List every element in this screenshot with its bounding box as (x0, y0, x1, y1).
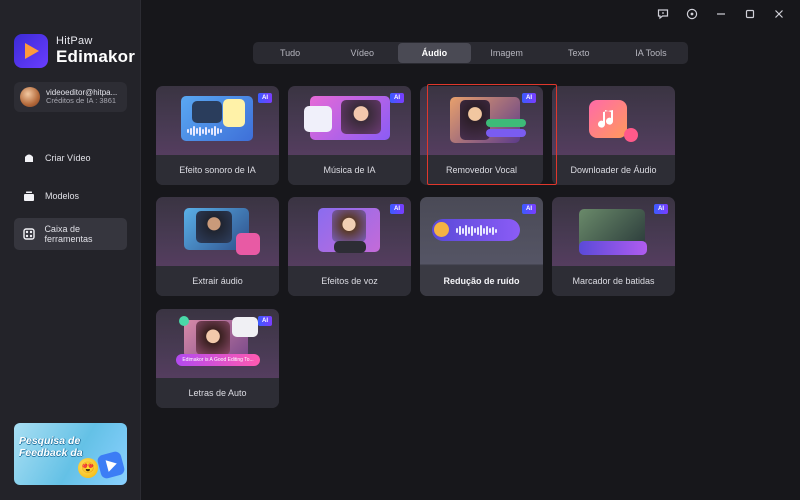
tool-card-auto-lyrics[interactable]: Edimakor is A Good Editing To... AI Letr… (156, 309, 279, 408)
document-thumbnail (304, 106, 332, 132)
singer-photo (332, 210, 366, 242)
avatar (20, 87, 40, 107)
toolbox-icon (22, 227, 35, 241)
maximize-icon[interactable] (737, 6, 763, 22)
beat-waveform-icon (579, 241, 647, 255)
noise-icon (434, 222, 449, 237)
sidebar-item-label: Modelos (45, 191, 80, 201)
avatar-group (334, 241, 366, 253)
tool-card-label: Downloader de Áudio (552, 155, 675, 185)
app-logo: HitPaw Edimakor (14, 34, 135, 68)
tool-card-voice-effects[interactable]: AI Efeitos de voz (288, 197, 411, 296)
tool-card-label: Música de IA (288, 155, 411, 185)
edimakor-logo-icon (14, 34, 48, 68)
tab-audio[interactable]: Áudio (398, 43, 471, 63)
play-arrow-icon (96, 450, 126, 480)
tool-card-label: Efeitos de voz (288, 266, 411, 296)
tool-card-noise-reduction[interactable]: AI Redução de ruído (420, 197, 543, 296)
minimize-icon[interactable] (708, 6, 734, 22)
tool-card-label: Marcador de batidas (552, 266, 675, 296)
category-tabs: Tudo Vídeo Áudio Imagem Texto IA Tools (253, 42, 688, 64)
feedback-survey-banner[interactable]: Pesquisa de Feedback da 😍 (14, 423, 127, 485)
tab-text[interactable]: Texto (543, 43, 615, 63)
tool-card-label: Extrair áudio (156, 266, 279, 296)
ai-badge: AI (258, 93, 272, 103)
tool-card-extract-audio[interactable]: Extrair áudio (156, 197, 279, 296)
lyric-caption: Edimakor is A Good Editing To... (176, 354, 260, 366)
feedback-icon[interactable] (650, 6, 676, 22)
feedback-text: Pesquisa de Feedback da (19, 435, 83, 459)
tool-card-beat-marker[interactable]: AI Marcador de batidas (552, 197, 675, 296)
sidebar-item-templates[interactable]: Modelos (14, 180, 127, 212)
heart-eyes-emoji-icon: 😍 (78, 458, 98, 478)
ai-badge: AI (258, 316, 272, 326)
tab-all[interactable]: Tudo (254, 43, 326, 63)
tab-image[interactable]: Imagem (471, 43, 543, 63)
audio-wave-icon (236, 233, 260, 255)
sidebar-item-toolbox[interactable]: Caixa de ferramentas (14, 218, 127, 250)
tool-card-ai-music[interactable]: AI Música de IA (288, 86, 411, 185)
tool-card-label: Letras de Auto (156, 378, 279, 408)
ai-badge: AI (390, 204, 404, 214)
tool-card-label: Efeito sonoro de IA (156, 155, 279, 185)
singer-photo (341, 100, 381, 134)
templates-icon (22, 189, 36, 203)
settings-icon[interactable] (679, 6, 705, 22)
download-icon (624, 128, 638, 142)
account-panel[interactable]: videoeditor@hitpa... Créditos de IA : 38… (14, 82, 127, 112)
sidebar-item-label: Caixa de ferramentas (44, 224, 93, 244)
tab-video[interactable]: Vídeo (326, 43, 398, 63)
tab-ia-tools[interactable]: IA Tools (615, 43, 687, 63)
tool-card-label: Redução de ruído (420, 266, 543, 296)
music-note-icon (589, 100, 627, 138)
waveform-icon (456, 225, 497, 236)
sidebar: HitPaw Edimakor videoeditor@hitpa... Cré… (0, 0, 141, 500)
tool-card-audio-downloader[interactable]: Downloader de Áudio (552, 86, 675, 185)
ai-badge: AI (390, 93, 404, 103)
tool-card-ai-sound-effect[interactable]: AI Efeito sonoro de IA (156, 86, 279, 185)
ai-badge: AI (522, 204, 536, 214)
note-thumbnail (223, 99, 245, 127)
window-controls (647, 6, 792, 22)
speech-bubble-icon (232, 317, 258, 337)
ai-badge: AI (654, 204, 668, 214)
sidebar-item-create-video[interactable]: Criar Vídeo (14, 142, 127, 174)
waveform-icon (187, 126, 222, 136)
plus-icon (179, 316, 189, 326)
brand-line2: Edimakor (56, 46, 136, 66)
selection-highlight (427, 84, 557, 185)
close-icon[interactable] (766, 6, 792, 22)
singer-photo (196, 321, 230, 355)
sidebar-nav: Criar Vídeo Modelos Caixa de ferramentas (14, 142, 127, 256)
create-video-icon (22, 151, 36, 165)
sidebar-item-label: Criar Vídeo (45, 153, 91, 163)
video-preview-thumbnail (192, 101, 222, 123)
ai-credits: Créditos de IA : 3861 (46, 96, 117, 106)
person-photo (196, 211, 232, 243)
